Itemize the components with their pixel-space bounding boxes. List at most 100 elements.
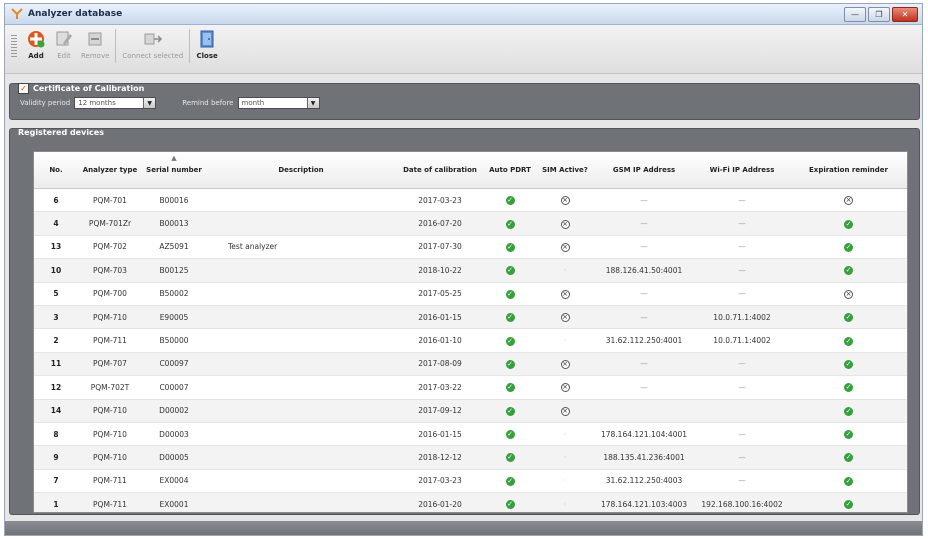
serial-cell: C00007 [142,375,206,400]
table-row[interactable]: 8 PQM-710 D00003 2016-01-15 ✓ · 178.164.121.10… [34,422,907,447]
desc-cell [206,328,396,353]
gsm-cell: 178.164.121.104:4001 [594,422,694,447]
desc-cell: Test analyzer [206,235,396,260]
table-header-row: No. Analyzer type ▲ Serial number Descriptio… [34,152,907,189]
edit-button[interactable]: Edit [53,29,75,60]
exp-cell: × [790,282,907,306]
chevron-down-icon[interactable]: ▼ [306,98,319,108]
table-row[interactable]: 2 PQM-711 B50000 2016-01-10 ✓ · 31.62.112.250:… [34,328,907,353]
check-icon: ✓ [505,500,515,510]
cross-icon: × [560,196,570,206]
column-header[interactable]: GSM IP Address [594,152,694,189]
type-cell: PQM-710 [78,305,142,330]
desc-cell [206,399,396,423]
table-row[interactable]: 5 PQM-700 B50002 2017-05-25 ✓ × — — × [34,282,907,306]
serial-cell: B50002 [142,282,206,306]
gsm-cell: 178.164.121.103:4003 [594,492,694,512]
empty-indicator: · [563,452,567,462]
auto-cell: ✓ [484,328,536,353]
column-header[interactable]: Date of calibration [396,152,484,189]
date-cell: 2017-07-30 [396,235,484,260]
check-icon: ✓ [505,406,515,416]
column-header[interactable]: ▲ Serial number [142,152,206,189]
certificate-checkbox[interactable]: ✓ [18,83,29,94]
minimize-button[interactable]: — [844,7,866,22]
remove-button[interactable]: Remove [81,29,109,60]
table-row[interactable]: 13 PQM-702 AZ5091 Test analyzer 2017-07-30 ✓ ×… [34,235,907,260]
restore-button[interactable]: ❐ [868,7,890,22]
no-cell: 3 [34,305,78,330]
type-cell: PQM-707 [78,352,142,377]
check-icon: ✓ [505,289,515,299]
no-cell: 13 [34,235,78,260]
column-header-label: SIM Active? [542,166,588,174]
serial-cell: C00097 [142,352,206,377]
desc-cell [206,422,396,447]
sim-cell: · [536,422,594,447]
remove-icon [84,29,106,49]
auto-cell: ✓ [484,445,536,470]
type-cell: PQM-711 [78,492,142,512]
gsm-cell [594,399,694,423]
connect-selected-button[interactable]: Connect selected [122,29,183,60]
exp-cell: ✓ [790,352,907,377]
chevron-down-icon[interactable]: ▼ [143,98,156,108]
wifi-cell: — [694,352,790,377]
title-bar[interactable]: Analyzer database — ❐ ✕ [5,4,922,25]
column-header[interactable]: Auto PDRT [484,152,536,189]
check-icon: ✓ [844,383,853,393]
cross-icon: × [560,289,570,299]
toolbar: Add Edit Remove Connect selected Close [5,25,922,74]
auto-cell: ✓ [484,352,536,377]
table-row[interactable]: 12 PQM-702T C00007 2017-03-22 ✓ × — — ✓ [34,375,907,400]
column-header[interactable]: Expiration reminder [790,152,907,189]
add-button[interactable]: Add [25,29,47,60]
column-header[interactable]: No. [34,152,78,189]
sim-cell: · [536,328,594,353]
table-row[interactable]: 10 PQM-703 B00125 2018-10-22 ✓ · 188.126.41.50… [34,258,907,283]
table-row[interactable]: 3 PQM-710 E90005 2016-01-15 ✓ × —10.0.71.1:400… [34,305,907,330]
check-icon: ✓ [844,242,853,252]
serial-cell: D00003 [142,422,206,447]
column-header[interactable]: SIM Active? [536,152,594,189]
column-header-label: No. [49,166,63,174]
sim-cell: × [536,305,594,330]
column-header-label: Wi-Fi IP Address [709,166,775,174]
table-row[interactable]: 9 PQM-710 D00005 2018-12-12 ✓ · 188.135.41.236… [34,445,907,470]
cross-icon: × [560,313,570,323]
check-icon: ✓ [505,219,515,229]
auto-cell: ✓ [484,258,536,283]
devices-table: No. Analyzer type ▲ Serial number Descriptio… [33,151,908,513]
column-header[interactable]: Wi-Fi IP Address [694,152,790,189]
validity-period-select[interactable]: 12 months ▼ [74,97,157,109]
wifi-cell [694,399,790,423]
table-row[interactable]: 14 PQM-710 D00002 2017-09-12 ✓ × ✓ [34,399,907,423]
date-cell: 2017-05-25 [396,282,484,306]
remind-before-select[interactable]: month ▼ [237,97,320,109]
no-cell: 4 [34,211,78,236]
table-row[interactable]: 6 PQM-701 B00016 2017-03-23 ✓ × — — × [34,188,907,213]
table-row[interactable]: 11 PQM-707 C00097 2017-08-09 ✓ × — — ✓ [34,352,907,377]
date-cell: 2017-03-23 [396,188,484,213]
table-row[interactable]: 1 PQM-711 EX0001 2016-01-20 ✓ · 178.164.121.10… [34,492,907,512]
check-icon: ✓ [844,336,853,346]
window-controls: — ❐ ✕ [844,7,918,22]
date-cell: 2016-01-15 [396,422,484,447]
exp-cell: ✓ [790,422,907,447]
type-cell: PQM-701Zr [78,211,142,236]
close-window-button[interactable]: ✕ [892,7,918,22]
auto-cell: ✓ [484,188,536,213]
column-header[interactable]: Analyzer type [78,152,142,189]
wifi-cell: — [694,445,790,470]
exp-cell: ✓ [790,211,907,236]
toolbar-grip[interactable] [11,35,17,57]
table-row[interactable]: 4 PQM-701Zr B00013 2016-07-20 ✓ × — — ✓ [34,211,907,236]
exp-cell: ✓ [790,469,907,494]
type-cell: PQM-710 [78,422,142,447]
column-header[interactable]: Description [206,152,396,189]
cross-icon: × [560,383,570,393]
gsm-cell: 188.135.41.236:4001 [594,445,694,470]
table-row[interactable]: 7 PQM-711 EX0004 2017-03-23 ✓ · 31.62.112.250:… [34,469,907,494]
close-button[interactable]: Close [196,29,218,60]
exp-cell: × [790,188,907,213]
